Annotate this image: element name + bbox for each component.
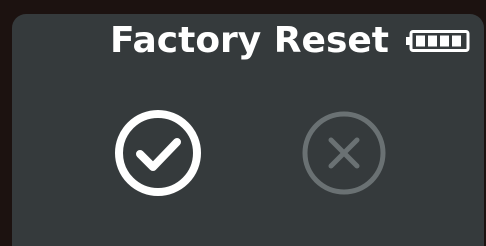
check-circle-icon (115, 110, 201, 196)
confirm-button[interactable] (113, 108, 203, 198)
battery-indicator (406, 30, 470, 52)
x-circle-icon (302, 111, 386, 195)
device-frame: Factory Reset (0, 0, 486, 246)
battery-full-icon (406, 30, 470, 52)
cancel-button[interactable] (299, 108, 389, 198)
screen: Factory Reset (12, 14, 484, 246)
page-title: Factory Reset (110, 20, 389, 61)
